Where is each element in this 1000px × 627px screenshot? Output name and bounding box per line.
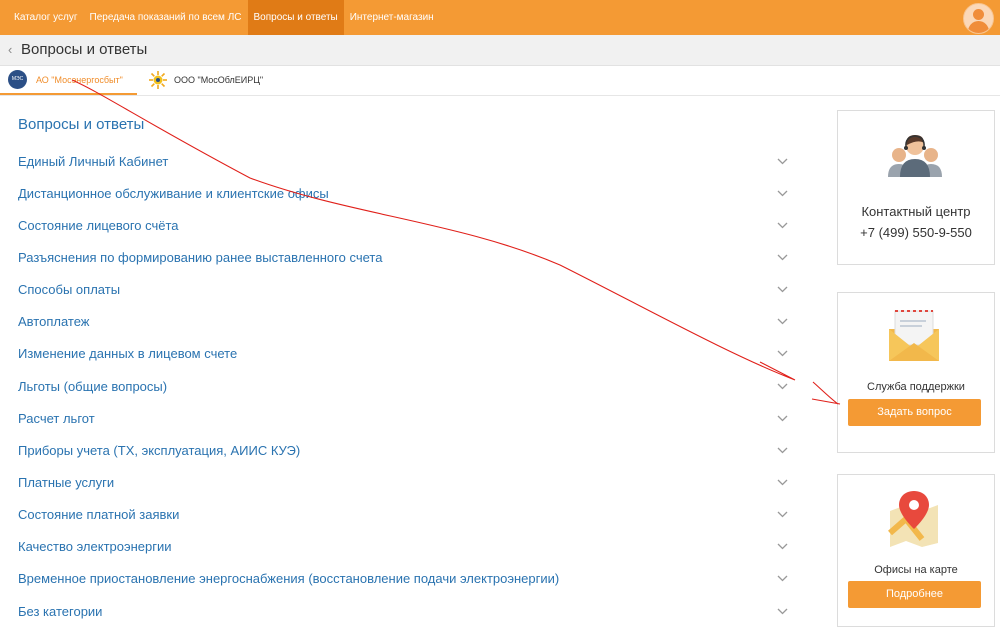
faq-question: Приборы учета (ТХ, эксплуатация, АИИС КУ… xyxy=(18,442,301,458)
tab-mosobleirc[interactable]: ООО "МосОблЕИРЦ" xyxy=(148,66,263,93)
faq-item[interactable]: Временное приостановление энергоснабжени… xyxy=(18,563,788,595)
faq-question: Изменение данных в лицевом счете xyxy=(18,346,238,362)
support-title: Служба поддержки xyxy=(867,381,965,393)
contact-center-phone[interactable]: +7 (499) 550-9-550 xyxy=(838,225,994,240)
faq-question: Способы оплаты xyxy=(18,282,121,298)
faq-item[interactable]: Расчет льгот xyxy=(18,402,788,434)
chevron-down-icon[interactable] xyxy=(777,413,788,424)
chevron-down-icon[interactable] xyxy=(777,573,788,584)
faq-question: Расчет льгот xyxy=(18,410,95,426)
faq-item[interactable]: Без категории xyxy=(18,595,788,627)
faq-item[interactable]: Автоплатеж xyxy=(18,306,788,338)
faq-item[interactable]: Единый Личный Кабинет xyxy=(18,145,788,177)
avatar-head xyxy=(973,9,984,20)
faq-item[interactable]: Способы оплаты xyxy=(18,274,788,306)
chevron-down-icon[interactable] xyxy=(777,541,788,552)
faq-question: Временное приостановление энергоснабжени… xyxy=(18,571,560,587)
contact-center-title: Контактный центр xyxy=(861,204,971,219)
top-nav: Каталог услуг Передача показаний по всем… xyxy=(8,0,440,35)
faq-question: Состояние лицевого счёта xyxy=(18,217,179,233)
contact-center-card: Контактный центр +7 (499) 550-9-550 xyxy=(837,110,995,265)
chevron-down-icon[interactable] xyxy=(777,252,788,263)
offices-title: Офисы на карте xyxy=(874,564,958,576)
chevron-down-icon[interactable] xyxy=(777,284,788,295)
chevron-down-icon[interactable] xyxy=(777,477,788,488)
support-card: Служба поддержки Задать вопрос xyxy=(837,292,995,453)
faq-question: Качество электроэнергии xyxy=(18,539,172,555)
user-avatar[interactable] xyxy=(963,3,994,34)
page-header: ‹ Вопросы и ответы xyxy=(0,35,1000,66)
faq-item[interactable]: Льготы (общие вопросы) xyxy=(18,370,788,402)
company-tabs: МЭС АО "Мосэнергосбыт" ООО "МосОблЕИРЦ" xyxy=(0,66,1000,96)
chevron-down-icon[interactable] xyxy=(777,445,788,456)
faq-question: Без категории xyxy=(18,603,103,619)
tab-label: АО "Мосэнергосбыт" xyxy=(36,74,123,85)
tab-mosenergosbyt[interactable]: МЭС АО "Мосэнергосбыт" xyxy=(0,66,137,95)
mosobleirc-logo-icon xyxy=(149,70,167,89)
support-team-icon xyxy=(888,135,942,177)
faq-heading: Вопросы и ответы xyxy=(18,116,145,133)
faq-question: Разъяснения по формированию ранее выстав… xyxy=(18,249,383,265)
faq-list: Единый Личный Кабинет Дистанционное обслу… xyxy=(18,145,788,627)
nav-catalog[interactable]: Каталог услуг xyxy=(8,0,84,35)
chevron-down-icon[interactable] xyxy=(777,381,788,392)
faq-item[interactable]: Состояние лицевого счёта xyxy=(18,209,788,241)
faq-question: Льготы (общие вопросы) xyxy=(18,378,168,394)
top-navbar: Каталог услуг Передача показаний по всем… xyxy=(0,0,1000,35)
ask-question-button[interactable]: Задать вопрос xyxy=(848,399,981,426)
avatar-body xyxy=(968,21,989,33)
more-details-button[interactable]: Подробнее xyxy=(848,581,981,608)
page-title: Вопросы и ответы xyxy=(21,41,148,58)
faq-item[interactable]: Качество электроэнергии xyxy=(18,531,788,563)
nav-faq[interactable]: Вопросы и ответы xyxy=(247,0,344,35)
faq-item[interactable]: Приборы учета (ТХ, эксплуатация, АИИС КУ… xyxy=(18,434,788,466)
nav-meter-readings[interactable]: Передача показаний по всем ЛС xyxy=(84,0,248,35)
chevron-down-icon[interactable] xyxy=(777,509,788,520)
faq-question: Состояние платной заявки xyxy=(18,507,180,523)
faq-item[interactable]: Платные услуги xyxy=(18,466,788,498)
envelope-icon xyxy=(889,310,939,361)
faq-question: Автоплатеж xyxy=(18,314,90,330)
chevron-down-icon[interactable] xyxy=(777,156,788,167)
mosenergosbyt-logo-icon: МЭС xyxy=(8,70,27,89)
back-icon[interactable]: ‹ xyxy=(8,42,12,57)
faq-item[interactable]: Разъяснения по формированию ранее выстав… xyxy=(18,241,788,273)
chevron-down-icon[interactable] xyxy=(777,220,788,231)
faq-item[interactable]: Дистанционное обслуживание и клиентские … xyxy=(18,177,788,209)
chevron-down-icon[interactable] xyxy=(777,316,788,327)
faq-item[interactable]: Состояние платной заявки xyxy=(18,499,788,531)
map-pin-icon xyxy=(888,491,938,547)
faq-item[interactable]: Изменение данных в лицевом счете xyxy=(18,338,788,370)
offices-card: Офисы на карте Подробнее xyxy=(837,474,995,627)
faq-question: Дистанционное обслуживание и клиентские … xyxy=(18,185,329,201)
chevron-down-icon[interactable] xyxy=(777,348,788,359)
tab-label: ООО "МосОблЕИРЦ" xyxy=(174,74,264,85)
faq-question: Платные услуги xyxy=(18,474,115,490)
faq-question: Единый Личный Кабинет xyxy=(18,153,169,169)
chevron-down-icon[interactable] xyxy=(777,188,788,199)
nav-shop[interactable]: Интернет-магазин xyxy=(344,0,440,35)
chevron-down-icon[interactable] xyxy=(777,606,788,617)
